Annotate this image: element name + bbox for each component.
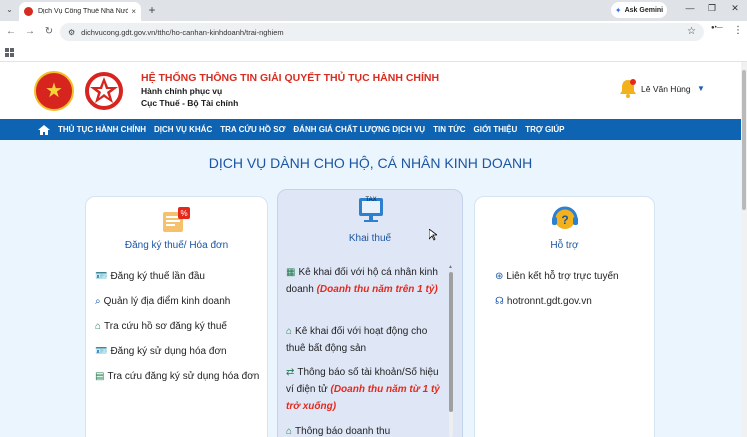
id-card-icon: 🪪 [95, 271, 108, 282]
house-icon: ⌂ [286, 426, 293, 437]
address-bar[interactable]: ⚙ dichvucong.gdt.gov.vn/tthc/ho-canhan-k… [60, 23, 704, 41]
apps-grid-icon[interactable] [5, 48, 14, 57]
service-declare-rental[interactable]: ⌂ Kê khai đối với hoạt động cho thuê bất … [286, 323, 444, 357]
user-menu-caret-icon[interactable]: ▼ [697, 84, 705, 93]
notification-bell-icon[interactable] [619, 78, 637, 98]
card-support-title: Hỗ trợ [550, 240, 579, 251]
nav-item-tin-tuc[interactable]: TIN TỨC [433, 125, 465, 134]
nav-item-danh-gia[interactable]: ĐÁNH GIÁ CHẤT LƯỢNG DỊCH VỤ [293, 125, 425, 134]
office-icon: ⌂ [95, 321, 102, 332]
site-info-icon[interactable]: ⚙ [68, 28, 75, 37]
extension-icon[interactable]: ●•— [711, 25, 723, 31]
id-card-icon: 🪪 [95, 346, 108, 357]
support-online-link[interactable]: ⊛ Liên kết hỗ trợ trực tuyến [495, 268, 650, 285]
card-register: % Đăng ký thuế/ Hóa đơn 🪪 Đăng ký thuế lầ… [85, 196, 268, 437]
back-arrow-icon[interactable]: ← [4, 25, 18, 39]
card-declare: TAX Khai thuế ▦ Kê khai đối với hộ cá nhâ… [277, 189, 463, 437]
transfer-icon: ⇄ [286, 367, 295, 378]
scroll-up-icon[interactable]: ▲ [448, 264, 453, 270]
tax-monitor-icon: TAX [359, 197, 383, 222]
service-notify-account[interactable]: ⇄ Thông báo số tài khoản/Số hiệu ví điện … [286, 364, 444, 415]
tax-icon-text: TAX [365, 197, 376, 203]
svg-text:?: ? [561, 213, 568, 227]
browser-tabstrip: ⌄ Dịch Vụ Công Thuế Nhà Nước × + ✦ Ask G… [0, 0, 747, 21]
support-site-link[interactable]: ☊ hotronnt.gdt.gov.vn [495, 293, 650, 310]
search-location-icon: ⌕ [95, 296, 101, 307]
service-lookup-registration[interactable]: ⌂ Tra cứu hồ sơ đăng ký thuế [95, 318, 260, 335]
browser-tab[interactable]: Dịch Vụ Công Thuế Nhà Nước × [19, 2, 141, 21]
service-label: Quản lý địa điểm kinh doanh [103, 296, 231, 307]
browser-toolbar: ← → ↻ ⚙ dichvucong.gdt.gov.vn/tthc/ho-ca… [0, 21, 747, 43]
nav-item-thu-tuc-hanh-chinh[interactable]: THỦ TỤC HÀNH CHÍNH [58, 125, 146, 134]
nav-item-gioi-thieu[interactable]: GIỚI THIỆU [474, 125, 518, 134]
link-icon: ⊛ [495, 271, 504, 282]
service-label: Đăng ký thuế lần đầu [110, 271, 205, 282]
service-register-invoice[interactable]: 🪪 Đăng ký sử dụng hóa đơn [95, 343, 260, 360]
site-header: ★ HỆ THỐNG THÔNG TIN GIẢI QUYẾT THỦ TỤC … [0, 62, 741, 119]
maximize-button[interactable]: ❐ [705, 3, 719, 14]
service-register-first[interactable]: 🪪 Đăng ký thuế lần đầu [95, 268, 260, 285]
url-text[interactable]: dichvucong.gdt.gov.vn/tthc/ho-canhan-kin… [81, 28, 284, 37]
bookmarks-bar [0, 43, 747, 62]
house-icon: ⌂ [286, 326, 293, 337]
web-page: ★ HỆ THỐNG THÔNG TIN GIẢI QUYẾT THỦ TỤC … [0, 62, 741, 437]
service-manage-location[interactable]: ⌕ Quản lý địa điểm kinh doanh [95, 293, 260, 310]
tax-department-logo-icon [85, 72, 123, 110]
service-notify-revenue[interactable]: ⌂ Thông báo doanh thu [286, 423, 444, 437]
gemini-icon: ✦ [614, 5, 622, 15]
window-close-button[interactable]: ✕ [728, 3, 742, 14]
organization-name: Cục Thuế - Bộ Tài chính [141, 98, 239, 108]
service-lookup-invoice[interactable]: ▤ Tra cứu đăng ký sử dụng hóa đơn [95, 368, 260, 385]
national-emblem-icon: ★ [34, 71, 74, 111]
service-label: Thông báo doanh thu [295, 426, 391, 437]
page-scrollbar[interactable] [741, 62, 747, 437]
document-check-icon: ▤ [95, 371, 105, 382]
favicon-icon [24, 7, 33, 16]
building-icon: ▦ [286, 267, 296, 278]
user-name[interactable]: Lê Văn Hùng [641, 84, 691, 94]
new-tab-button[interactable]: + [145, 3, 159, 17]
bookmark-star-icon[interactable]: ☆ [687, 26, 696, 37]
browser-menu-icon[interactable]: ⋮ [733, 25, 743, 36]
minimize-button[interactable]: — [683, 3, 697, 13]
support-label: Liên kết hỗ trợ trực tuyến [506, 271, 619, 282]
main-navigation: THỦ TỤC HÀNH CHÍNH DỊCH VỤ KHÁC TRA CỨU … [0, 119, 741, 140]
reload-icon[interactable]: ↻ [42, 25, 56, 39]
nav-item-tra-cuu-ho-so[interactable]: TRA CỨU HỒ SƠ [220, 125, 285, 134]
service-declare-business[interactable]: ▦ Kê khai đối với hộ cá nhân kinh doanh (… [286, 264, 444, 298]
page-scroll-thumb[interactable] [742, 70, 746, 210]
card-scrollbar[interactable]: ▲ [448, 264, 454, 437]
nav-item-dich-vu-khac[interactable]: DỊCH VỤ KHÁC [154, 125, 212, 134]
service-label: Đăng ký sử dụng hóa đơn [110, 346, 227, 357]
ask-gemini-label: Ask Gemini [624, 6, 664, 14]
nav-item-tro-giup[interactable]: TRỢ GIÚP [525, 125, 564, 134]
service-label: Kê khai đối với hoạt động cho thuê bất đ… [286, 326, 428, 354]
support-label: hotronnt.gdt.gov.vn [506, 296, 592, 307]
headset-icon: ☊ [495, 296, 504, 307]
svg-text:%: % [180, 209, 187, 218]
tab-title: Dịch Vụ Công Thuế Nhà Nước [38, 8, 129, 15]
support-headset-icon: ? [552, 206, 578, 229]
ask-gemini-button[interactable]: ✦ Ask Gemini [611, 2, 667, 18]
card-support: ? Hỗ trợ ⊛ Liên kết hỗ trợ trực tuyến ☊ ho… [474, 196, 655, 437]
tab-search-icon[interactable]: ⌄ [4, 4, 15, 15]
forward-arrow-icon[interactable]: → [23, 25, 37, 39]
home-icon[interactable] [37, 124, 51, 136]
service-label: Tra cứu đăng ký sử dụng hóa đơn [107, 371, 260, 382]
service-highlight: (Doanh thu năm trên 1 tỷ) [316, 284, 438, 295]
system-title: HỆ THỐNG THÔNG TIN GIẢI QUYẾT THỦ TỤC HÀ… [141, 72, 440, 84]
scroll-thumb[interactable] [449, 272, 453, 412]
system-subtitle: Hành chính phục vụ [141, 86, 223, 96]
service-label: Tra cứu hồ sơ đăng ký thuế [104, 321, 227, 332]
tab-close-icon[interactable]: × [131, 7, 136, 16]
mouse-cursor-icon [429, 229, 437, 241]
section-title: DỊCH VỤ DÀNH CHO HỘ, CÁ NHÂN KINH DOANH [208, 155, 533, 171]
invoice-icon: % [163, 207, 190, 232]
card-register-title: Đăng ký thuế/ Hóa đơn [124, 240, 229, 251]
